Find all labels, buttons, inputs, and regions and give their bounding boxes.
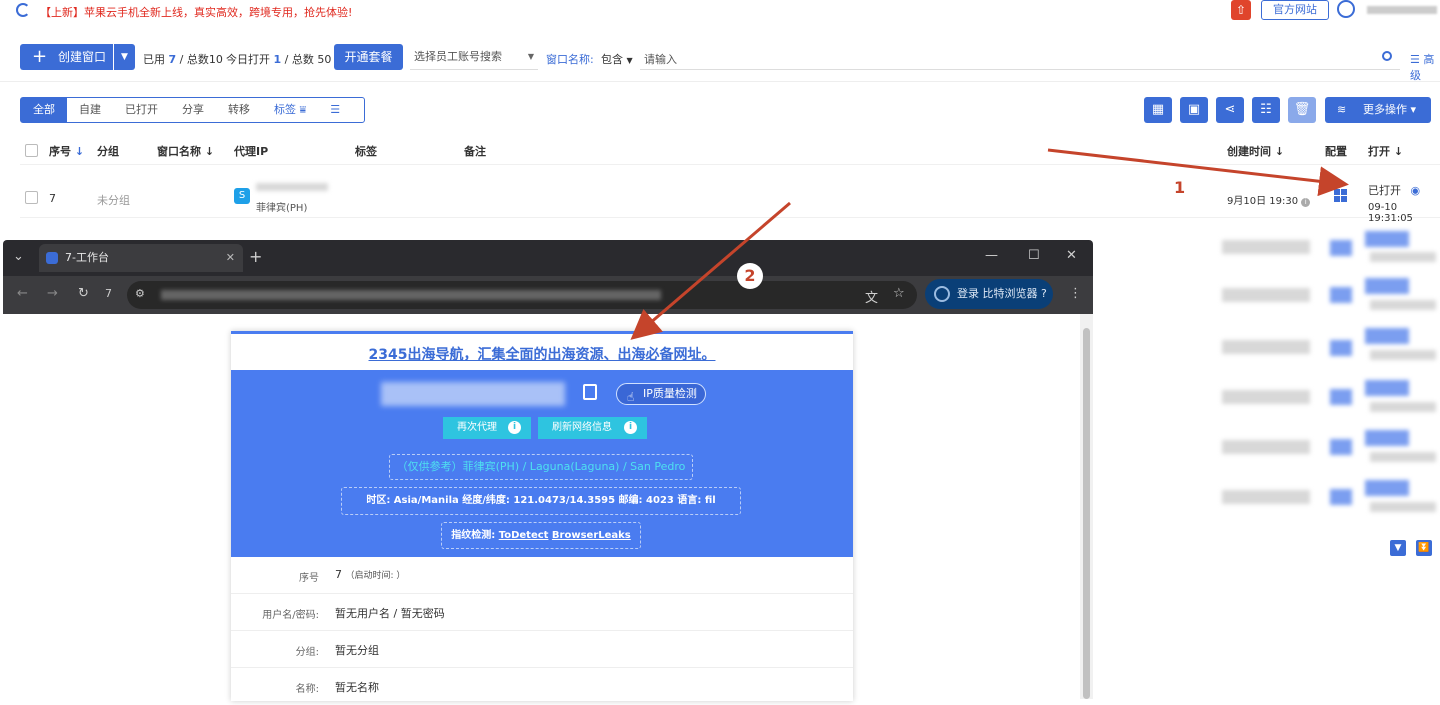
arrow-1: [1047, 148, 1349, 197]
arrow-2: [630, 201, 791, 340]
annotation-label-2: 2: [737, 263, 763, 289]
annotation-arrows: [630, 148, 1349, 340]
annotation-label-1: 1: [1174, 178, 1186, 197]
